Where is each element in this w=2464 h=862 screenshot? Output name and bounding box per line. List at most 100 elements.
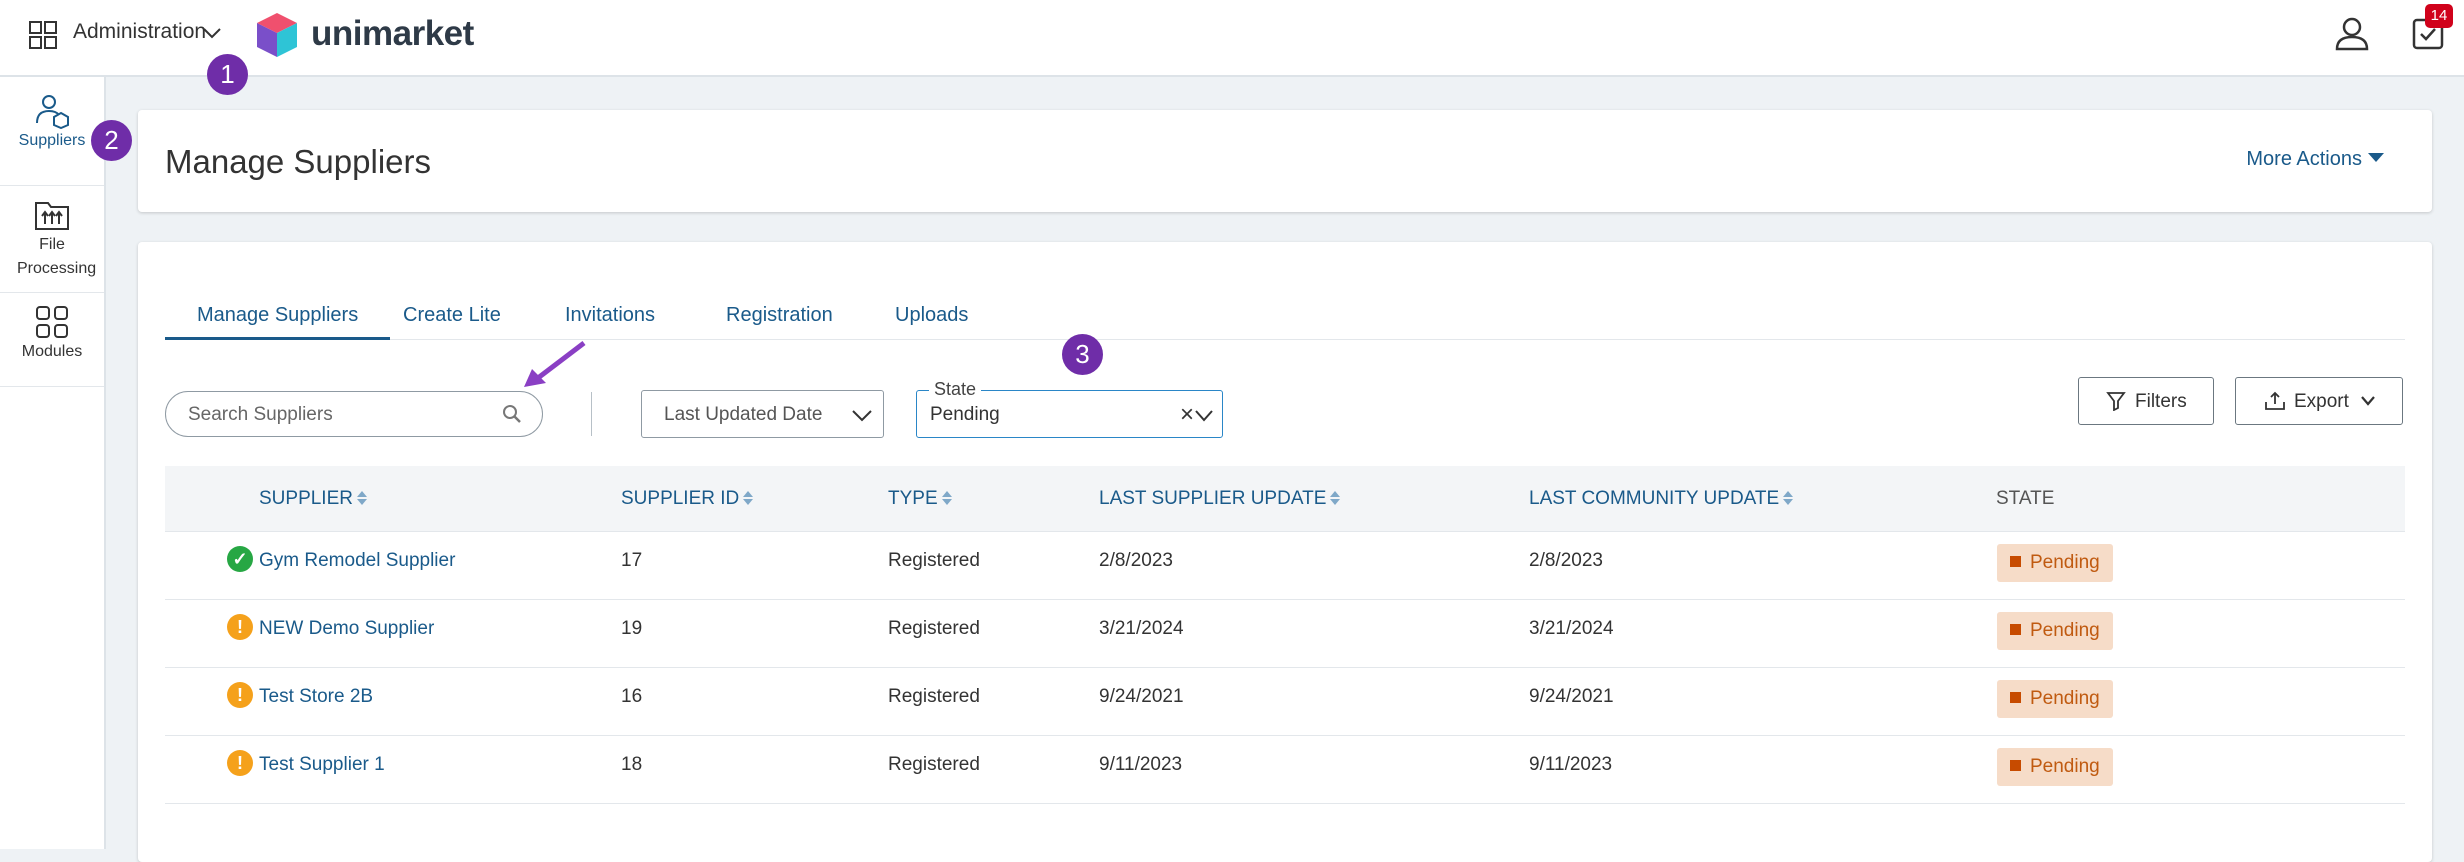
state-filter-value: Pending	[930, 404, 1000, 425]
sort-icon	[941, 491, 952, 505]
last-supplier-update: 3/21/2024	[1099, 618, 1184, 639]
col-last-community-update[interactable]: LAST COMMUNITY UPDATE	[1529, 488, 1794, 510]
sort-icon	[743, 491, 754, 505]
chevron-down-icon[interactable]	[1194, 407, 1214, 423]
tab-manage-suppliers[interactable]: Manage Suppliers	[165, 300, 391, 340]
search-icon[interactable]	[502, 404, 522, 424]
export-button[interactable]: Export	[2235, 377, 2403, 425]
search-input[interactable]: Search Suppliers	[165, 391, 543, 437]
col-last-supplier-update-label: LAST SUPPLIER UPDATE	[1099, 488, 1327, 509]
suppliers-panel: Manage Suppliers Create Lite Invitations…	[138, 242, 2432, 862]
sort-icon	[1330, 491, 1341, 505]
tab-create-lite[interactable]: Create Lite	[403, 300, 501, 340]
col-supplier-id[interactable]: SUPPLIER ID	[621, 488, 754, 510]
last-community-update: 2/8/2023	[1529, 550, 1603, 571]
warning-circle-icon: !	[227, 682, 253, 708]
status-badge: Pending	[1997, 612, 2113, 650]
col-supplier-id-label: SUPPLIER ID	[621, 488, 740, 509]
col-last-community-update-label: LAST COMMUNITY UPDATE	[1529, 488, 1780, 509]
annotation-marker-2: 2	[91, 120, 132, 161]
suppliers-icon	[36, 95, 69, 129]
status-badge-label: Pending	[2030, 620, 2100, 641]
export-icon	[2265, 391, 2285, 410]
supplier-id: 18	[621, 754, 643, 775]
status-badge-label: Pending	[2030, 688, 2100, 709]
tab-bar: Manage Suppliers Create Lite Invitations…	[165, 300, 2405, 340]
caret-down-icon	[2368, 153, 2384, 162]
sort-icon	[356, 491, 367, 505]
tasks-count-badge: 14	[2425, 4, 2453, 28]
sort-icon	[1783, 491, 1794, 505]
supplier-name-link[interactable]: Gym Remodel Supplier	[259, 550, 455, 572]
col-supplier[interactable]: SUPPLIER	[259, 488, 368, 510]
tab-registration[interactable]: Registration	[726, 300, 833, 340]
warning-circle-icon: !	[227, 614, 253, 640]
status-square-icon	[2010, 692, 2021, 703]
annotation-marker-1: 1	[207, 54, 248, 95]
filter-icon	[2106, 392, 2126, 411]
last-supplier-update: 9/11/2023	[1099, 754, 1183, 775]
chevron-down-icon[interactable]	[203, 26, 221, 40]
user-icon[interactable]	[2334, 15, 2370, 51]
table-header: SUPPLIER SUPPLIER ID TYPE LAST SUPPLIER …	[165, 466, 2405, 532]
last-community-update: 3/21/2024	[1529, 618, 1614, 639]
app-grid-icon[interactable]	[29, 21, 57, 49]
tab-uploads[interactable]: Uploads	[895, 300, 968, 340]
unimarket-logo-icon	[257, 13, 297, 57]
filters-button[interactable]: Filters	[2078, 377, 2214, 425]
status-badge-label: Pending	[2030, 552, 2100, 573]
sidebar-item-file-processing[interactable]: File Processing	[0, 187, 104, 293]
col-type[interactable]: TYPE	[888, 488, 953, 510]
table-row: ✓ Gym Remodel Supplier 17 Registered 2/8…	[165, 532, 2405, 600]
supplier-id: 19	[621, 618, 643, 639]
brand-name[interactable]: unimarket	[311, 14, 474, 54]
supplier-type: Registered	[888, 686, 980, 707]
suppliers-table: SUPPLIER SUPPLIER ID TYPE LAST SUPPLIER …	[165, 466, 2405, 804]
more-actions-button[interactable]: More Actions	[2246, 148, 2384, 171]
sidebar-item-label: File Processing	[17, 236, 97, 277]
sidebar-item-suppliers[interactable]: Suppliers	[0, 89, 104, 186]
status-square-icon	[2010, 556, 2021, 567]
date-sort-select[interactable]: Last Updated Date	[641, 390, 884, 438]
warning-circle-icon: !	[227, 750, 253, 776]
supplier-name-link[interactable]: NEW Demo Supplier	[259, 618, 434, 640]
supplier-name-link[interactable]: Test Store 2B	[259, 686, 373, 708]
more-actions-label: More Actions	[2246, 148, 2362, 170]
sidebar-item-label: Suppliers	[18, 132, 86, 149]
chevron-down-icon	[852, 410, 872, 422]
state-filter-select[interactable]: State Pending ×	[916, 379, 1223, 438]
supplier-name-link[interactable]: Test Supplier 1	[259, 754, 385, 776]
status-badge: Pending	[1997, 544, 2113, 582]
file-processing-icon	[35, 202, 69, 230]
admin-menu-label[interactable]: Administration	[73, 20, 206, 44]
supplier-id: 16	[621, 686, 643, 707]
last-supplier-update: 2/8/2023	[1099, 550, 1173, 571]
supplier-type: Registered	[888, 550, 980, 571]
annotation-marker-3: 3	[1062, 334, 1103, 375]
sidebar-item-modules[interactable]: Modules	[0, 294, 104, 387]
export-label: Export	[2294, 391, 2349, 412]
col-last-supplier-update[interactable]: LAST SUPPLIER UPDATE	[1099, 488, 1341, 510]
tab-invitations[interactable]: Invitations	[565, 300, 655, 340]
modules-icon	[36, 306, 68, 338]
state-filter-label: State	[929, 379, 982, 400]
search-placeholder: Search Suppliers	[188, 404, 333, 425]
top-bar: Administration unimarket 14	[0, 0, 2464, 77]
filters-label: Filters	[2135, 391, 2187, 412]
last-supplier-update: 9/24/2021	[1099, 686, 1184, 707]
supplier-id: 17	[621, 550, 643, 571]
table-row: ! NEW Demo Supplier 19 Registered 3/21/2…	[165, 600, 2405, 668]
page-header: Manage Suppliers More Actions	[138, 110, 2432, 212]
table-row: ! Test Supplier 1 18 Registered 9/11/202…	[165, 736, 2405, 804]
status-badge-label: Pending	[2030, 756, 2100, 777]
col-state: STATE	[1996, 488, 2055, 509]
status-badge: Pending	[1997, 748, 2113, 786]
sidebar-item-label: Modules	[21, 343, 83, 360]
col-type-label: TYPE	[888, 488, 938, 509]
clear-icon[interactable]: ×	[1180, 401, 1194, 429]
last-community-update: 9/11/2023	[1529, 754, 1613, 775]
supplier-type: Registered	[888, 754, 980, 775]
status-badge: Pending	[1997, 680, 2113, 718]
check-circle-icon: ✓	[227, 546, 253, 572]
status-square-icon	[2010, 624, 2021, 635]
